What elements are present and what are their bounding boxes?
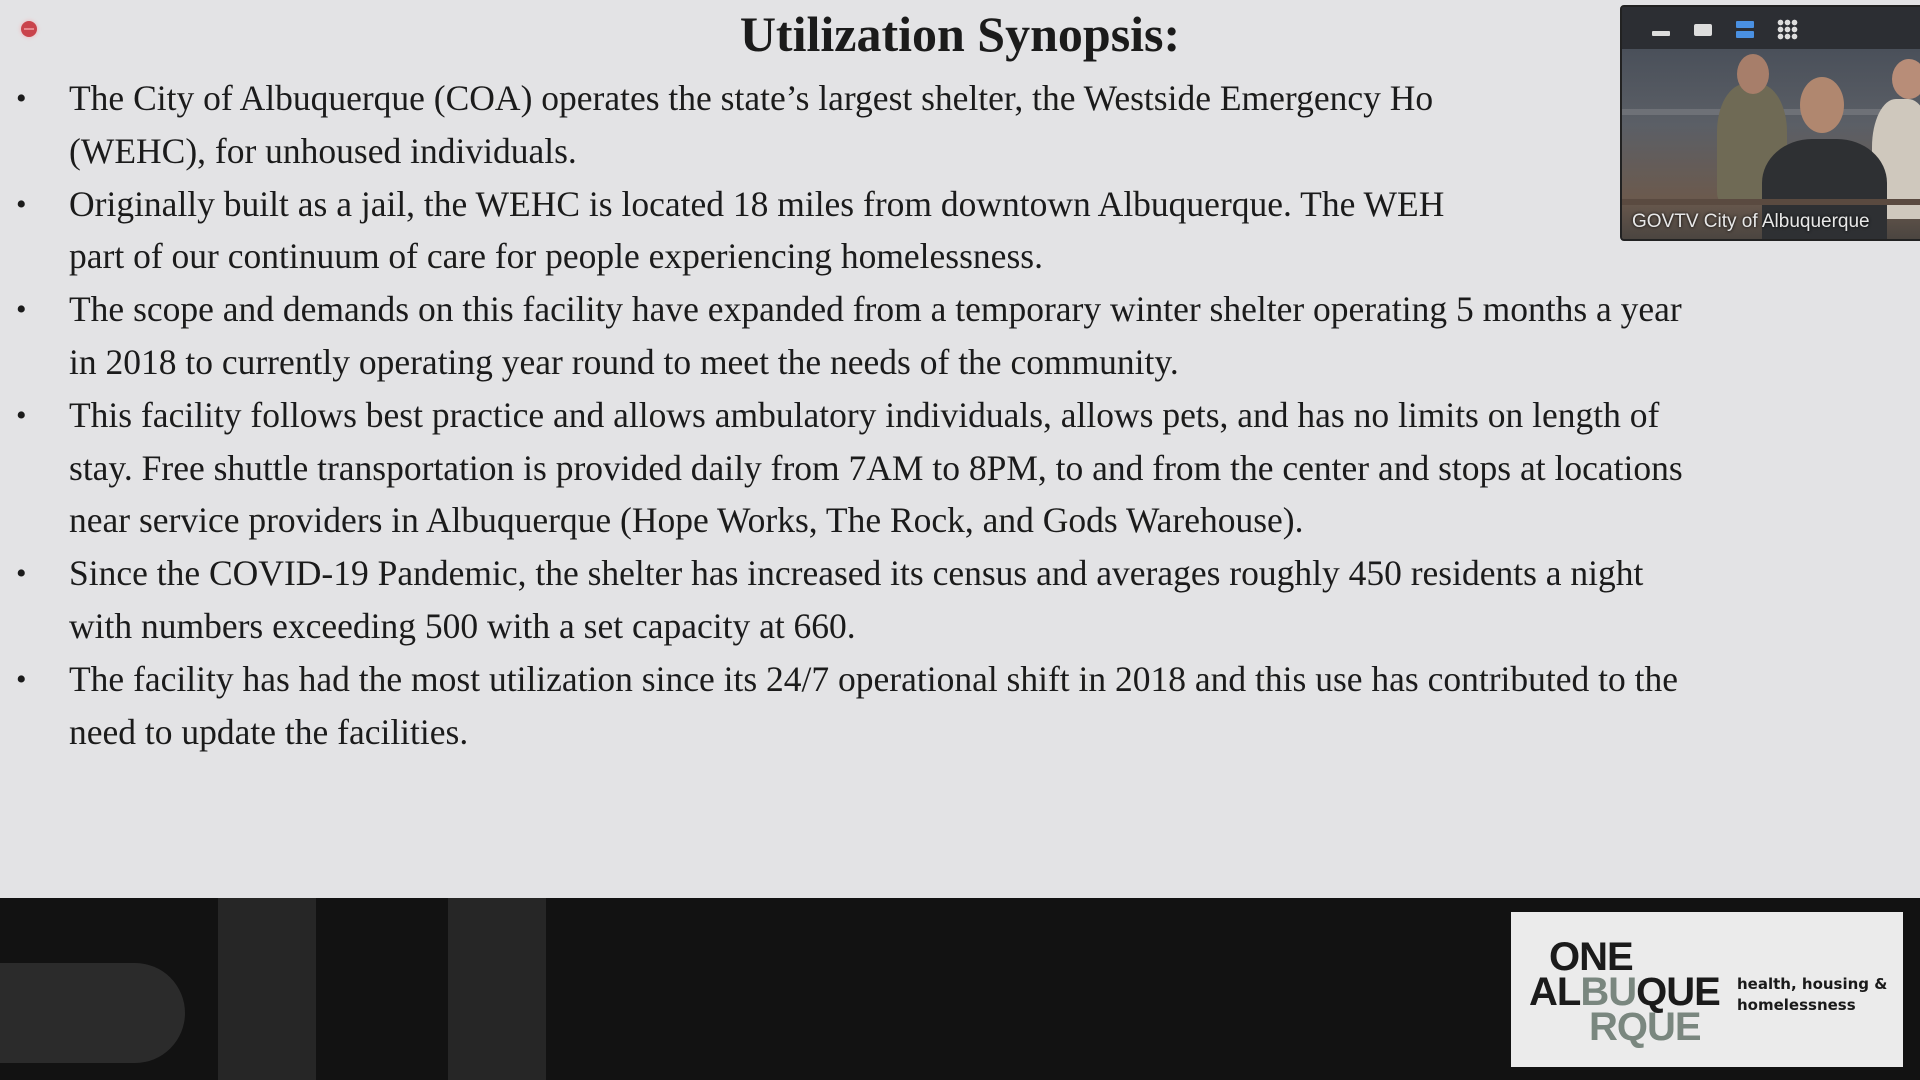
bullet-text-line: with numbers exceeding 500 with a set ca… <box>69 605 856 646</box>
bullet-item: • This facility follows best practice and… <box>0 389 1920 547</box>
decorative-shape <box>448 898 546 1080</box>
logo-line-3: RQUE <box>1589 1005 1702 1049</box>
logo-wordmark: ONE ALBUQUE RQUE <box>1529 937 1721 1049</box>
tagline-line-2: homelessness <box>1737 996 1856 1014</box>
bullet-text-line: need to update the facilities. <box>69 711 469 752</box>
bullet-text-line: stay. Free shuttle transportation is pro… <box>69 447 1683 488</box>
logo-tagline: health, housing & homelessness <box>1737 974 1887 1016</box>
video-overlay[interactable]: GOVTV City of Albuquerque <box>1620 5 1920 241</box>
video-caption: GOVTV City of Albuquerque <box>1632 211 1870 232</box>
decorative-shape <box>0 963 185 1063</box>
video-feed: GOVTV City of Albuquerque <box>1622 49 1920 239</box>
logo-line-2a: AL <box>1529 970 1581 1014</box>
video-toolbar <box>1622 7 1920 49</box>
bullet-item: • Since the COVID-19 Pandemic, the shelte… <box>0 547 1920 653</box>
stacked-view-icon[interactable] <box>1736 21 1754 39</box>
bullet-text-line: in 2018 to currently operating year roun… <box>69 341 1179 382</box>
one-albuquerque-logo: ONE ALBUQUE RQUE health, housing & homel… <box>1511 912 1903 1067</box>
bullet-dot: • <box>16 662 27 696</box>
single-view-icon[interactable] <box>1694 24 1712 36</box>
bullet-text-line: This facility follows best practice and … <box>69 394 1660 435</box>
bullet-text-line: The scope and demands on this facility h… <box>69 289 1682 330</box>
bullet-dot: • <box>16 398 27 432</box>
bullet-text-line: Since the COVID-19 Pandemic, the shelter… <box>69 553 1644 594</box>
grid-view-icon[interactable] <box>1777 19 1798 40</box>
bullet-item: • The facility has had the most utilizati… <box>0 653 1920 759</box>
bullet-dot: • <box>16 293 27 327</box>
bullet-text-line: near service providers in Albuquerque (H… <box>69 500 1304 541</box>
bullet-dot: • <box>16 82 27 115</box>
decorative-shape <box>218 898 316 1080</box>
bullet-item: • The scope and demands on this facility … <box>0 283 1920 389</box>
tagline-line-1: health, housing & <box>1737 975 1888 993</box>
bullet-dot: • <box>16 187 27 221</box>
bullet-dot: • <box>16 557 27 591</box>
minimize-icon[interactable] <box>1652 31 1670 36</box>
bullet-text-line: The facility has had the most utilizatio… <box>69 658 1679 699</box>
